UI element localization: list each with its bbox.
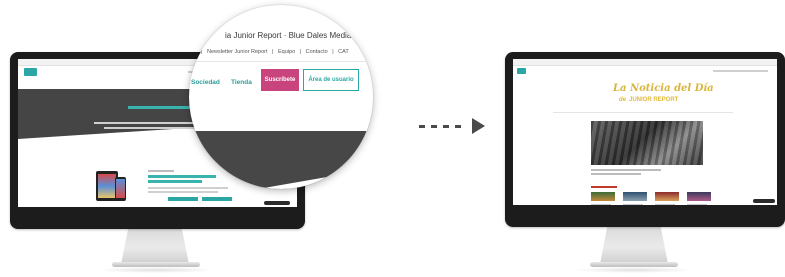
hero-text-line xyxy=(104,127,204,129)
related-thumb[interactable] xyxy=(623,192,647,201)
lead-caption xyxy=(591,173,641,175)
top-nav-contacto[interactable]: Contacto xyxy=(306,49,328,55)
promo-button[interactable] xyxy=(202,197,232,201)
right-screen-news-page: La Noticia del Día de JUNIOR REPORT xyxy=(513,59,777,205)
left-monitor-base xyxy=(112,262,200,267)
right-monitor: La Noticia del Día de JUNIOR REPORT xyxy=(505,52,785,227)
nav-item-sociedad[interactable]: Sociedad xyxy=(191,79,220,86)
related-thumb[interactable] xyxy=(591,192,615,201)
nav-divider xyxy=(189,61,373,62)
section-divider xyxy=(553,112,733,113)
right-monitor-shadow xyxy=(574,267,694,273)
site-subtitle: JUNIOR REPORT xyxy=(629,97,679,103)
lead-caption xyxy=(591,169,661,171)
hero-headline xyxy=(128,106,192,109)
site-logo[interactable] xyxy=(517,68,526,74)
site-nav[interactable] xyxy=(713,70,768,72)
right-monitor-base xyxy=(590,262,678,267)
site-title: La Noticia del Día xyxy=(613,83,714,94)
top-nav-equipo[interactable]: Equipo xyxy=(278,49,295,55)
left-monitor-shadow xyxy=(96,267,216,273)
related-thumb[interactable] xyxy=(687,192,711,201)
promo-kicker xyxy=(148,170,174,172)
top-nav-separator: | xyxy=(201,49,203,55)
top-nav-separator: | xyxy=(272,49,274,55)
left-monitor-stand xyxy=(121,224,189,264)
top-nav-separator: | xyxy=(332,49,334,55)
chat-button[interactable] xyxy=(753,199,775,203)
related-text xyxy=(591,204,611,205)
promo-button[interactable] xyxy=(168,197,198,201)
magnifier-zoom: ia Junior Report · Blue Dales Media | Ne… xyxy=(189,5,373,189)
top-nav-newsletter[interactable]: Newsletter Junior Report xyxy=(207,49,268,55)
user-area-button[interactable]: Área de usuario xyxy=(303,69,359,91)
arrow-dash xyxy=(431,125,437,128)
related-text xyxy=(623,204,643,205)
lead-photo[interactable] xyxy=(591,121,703,165)
arrow-dash xyxy=(443,125,449,128)
related-thumb[interactable] xyxy=(655,192,679,201)
arrow-head xyxy=(472,118,485,134)
subscribe-button[interactable]: Suscríbete xyxy=(261,69,299,91)
browser-bar xyxy=(513,59,777,66)
related-text xyxy=(655,204,675,205)
chat-button[interactable] xyxy=(264,201,290,205)
nav-item-tienda[interactable]: Tienda xyxy=(231,79,252,86)
top-nav: | Newsletter Junior Report | Equipo | Co… xyxy=(201,49,352,55)
arrow-dash xyxy=(419,125,425,128)
top-nav-language[interactable]: CAT xyxy=(338,49,349,55)
window-title: ia Junior Report · Blue Dales Media xyxy=(225,31,352,40)
top-nav-separator: | xyxy=(299,49,302,55)
promo-text xyxy=(148,191,218,193)
arrow-dash xyxy=(455,125,461,128)
site-subtitle-prefix: de xyxy=(619,97,627,103)
related-text xyxy=(687,204,707,205)
tablet-screen xyxy=(98,174,116,198)
right-monitor-stand xyxy=(600,222,668,264)
site-logo[interactable] xyxy=(24,68,37,76)
related-heading xyxy=(591,186,617,188)
phone-screen xyxy=(116,179,125,198)
